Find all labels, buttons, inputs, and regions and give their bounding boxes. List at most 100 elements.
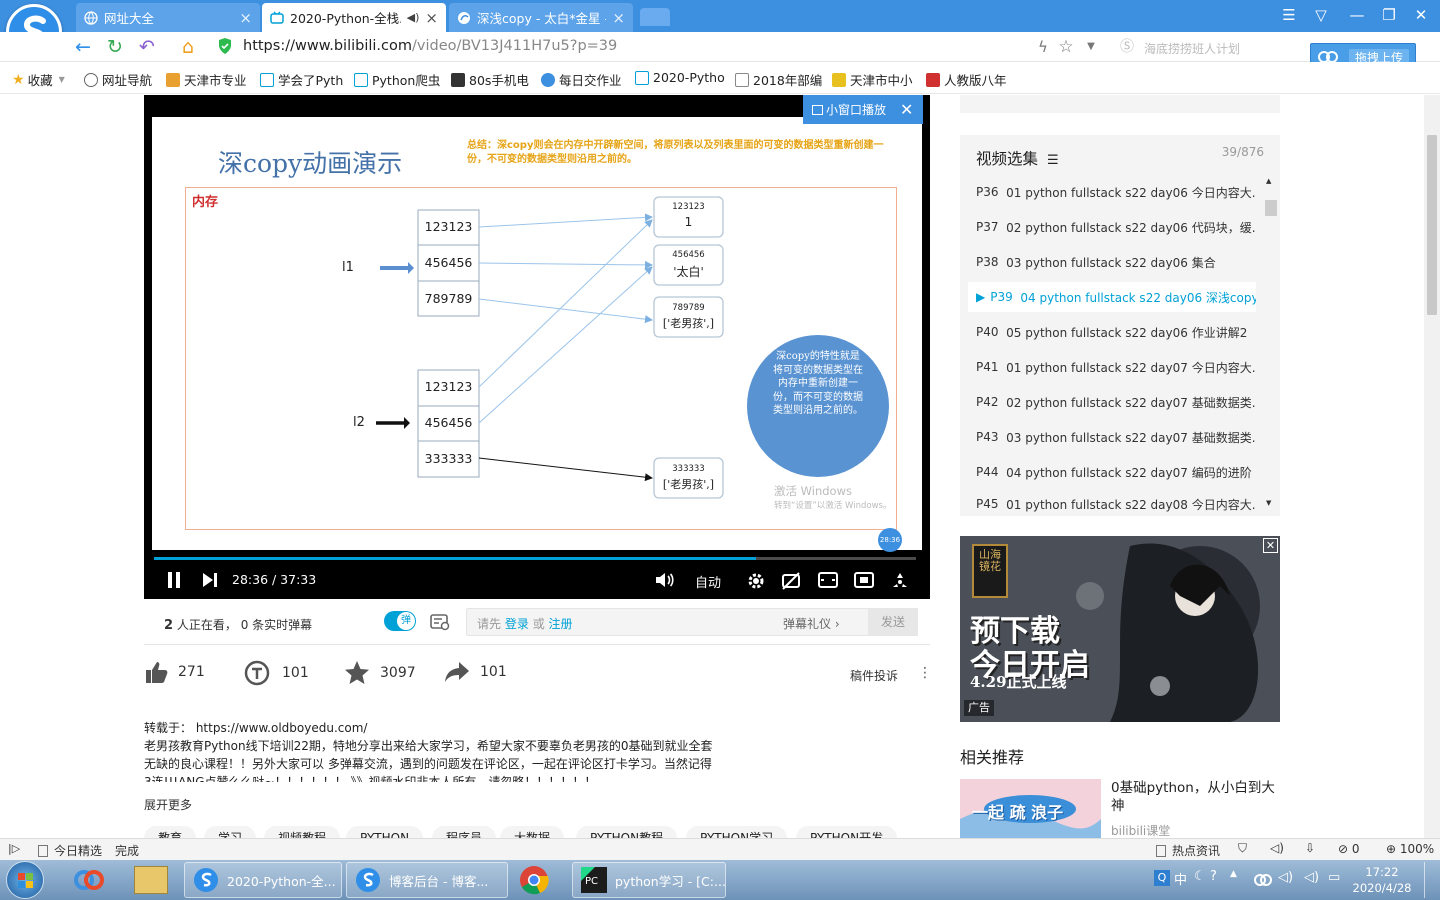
login-link[interactable]: 登录 xyxy=(505,617,529,631)
shield-icon[interactable]: ⛉ xyxy=(1238,841,1247,856)
audio-icon[interactable]: ◁) xyxy=(1270,841,1284,855)
help-icon[interactable]: ? xyxy=(1210,869,1217,884)
close-icon[interactable]: ✕ xyxy=(1263,538,1278,553)
quality-selector[interactable]: 自动 xyxy=(695,572,721,591)
close-icon[interactable]: × xyxy=(239,9,252,27)
back-icon[interactable]: ← xyxy=(72,36,94,58)
more-icon[interactable]: ⋮ xyxy=(918,665,932,681)
volume-icon[interactable]: ◁) xyxy=(1278,870,1293,885)
register-link[interactable]: 注册 xyxy=(549,617,573,631)
url-field[interactable]: https://www.bilibili.com/video/BV13J411H… xyxy=(243,38,617,54)
volume-icon[interactable] xyxy=(655,571,675,589)
playlist-item[interactable]: P42 02 python fullstack s22 day07 基础数据类.… xyxy=(968,387,1256,417)
skin-icon[interactable]: ▽ xyxy=(1310,5,1332,25)
bookmark-item[interactable]: 2020-Pytho xyxy=(635,70,725,85)
new-tab-button[interactable] xyxy=(640,8,670,26)
playlist-item[interactable]: P36 01 python fullstack s22 day06 今日内容大.… xyxy=(968,177,1256,207)
send-button[interactable]: 发送 xyxy=(868,608,918,636)
chevron-down-icon[interactable]: ▼ xyxy=(1080,36,1102,58)
playlist-scrollbar[interactable]: ▲ ▼ xyxy=(1264,177,1278,507)
danmaku-settings-icon[interactable] xyxy=(430,613,450,631)
report-link[interactable]: 稿件投诉 xyxy=(850,667,898,684)
taskbar-item[interactable]: 2020-Python-全... xyxy=(184,862,342,898)
bookmark-item[interactable]: 人教版八年 xyxy=(926,70,1007,89)
refresh-icon[interactable]: ↻ xyxy=(104,36,126,58)
danmaku-off-icon[interactable] xyxy=(781,571,801,591)
playlist-item[interactable]: P37 02 python fullstack s22 day06 代码块，缓.… xyxy=(968,212,1256,242)
tab-python-fullstack[interactable]: 2020-Python-全栈... ◀) × xyxy=(262,3,446,32)
webpage-fullscreen-icon[interactable] xyxy=(854,572,874,588)
bookmark-item[interactable]: 2018年部编 xyxy=(735,70,822,89)
progress-bar[interactable] xyxy=(154,557,916,560)
baidu-netdisk-tray-icon[interactable] xyxy=(1254,871,1272,889)
playlist-item[interactable]: P40 05 python fullstack s22 day06 作业讲解2 xyxy=(968,317,1256,347)
lightning-icon[interactable]: ϟ xyxy=(1032,36,1054,58)
home-icon[interactable]: ⌂ xyxy=(177,36,199,58)
ime-indicator[interactable]: 中 xyxy=(1174,869,1187,888)
star-icon[interactable]: ☆ xyxy=(1055,36,1077,58)
bookmark-favorites[interactable]: ★ 收藏 ▼ xyxy=(12,70,65,89)
like-button[interactable]: 271 xyxy=(144,660,205,684)
playlist-item[interactable]: P43 03 python fullstack s22 day07 基础数据类.… xyxy=(968,422,1256,452)
file-explorer-icon[interactable] xyxy=(134,866,168,894)
hot-news[interactable]: 热点资讯 xyxy=(1156,842,1220,859)
related-uploader[interactable]: bilibili课堂 xyxy=(1111,822,1170,839)
bookmark-item[interactable]: Python爬虫 xyxy=(354,70,440,89)
playlist-item[interactable]: P45 01 python fullstack s22 day08 今日内容大.… xyxy=(968,492,1256,516)
chrome-icon[interactable] xyxy=(518,864,550,896)
playlist-item[interactable]: P44 04 python fullstack s22 day07 编码的进阶 xyxy=(968,457,1256,487)
sidebar-toggle-icon[interactable]: |▷ xyxy=(8,842,20,855)
widescreen-icon[interactable] xyxy=(818,572,838,588)
search-input[interactable]: 海底捞捞班人计划 xyxy=(1144,40,1240,57)
expand-more-link[interactable]: 展开更多 xyxy=(144,796,864,814)
start-button[interactable] xyxy=(6,861,44,899)
close-icon[interactable]: × xyxy=(612,9,625,27)
taskbar-item[interactable]: 博客后台 - 博客... xyxy=(346,862,508,898)
chevron-up-icon[interactable]: ▲ xyxy=(1266,177,1271,185)
chevron-up-icon[interactable]: ▲ xyxy=(1230,869,1237,879)
minimize-button[interactable]: — xyxy=(1346,5,1368,25)
favorite-button[interactable]: 3097 xyxy=(344,660,416,686)
share-button[interactable]: 101 xyxy=(444,660,507,684)
sound-icon[interactable]: ◀) xyxy=(407,11,420,24)
fullscreen-icon[interactable] xyxy=(890,571,910,591)
zoom-level[interactable]: ⊕ 100% xyxy=(1386,842,1434,856)
undo-icon[interactable]: ↶ xyxy=(136,36,158,58)
danmaku-toggle[interactable]: 弹 xyxy=(384,611,416,631)
playlist-scroll-thumb[interactable] xyxy=(1265,200,1277,216)
close-icon[interactable]: × xyxy=(425,9,438,27)
next-icon[interactable] xyxy=(203,573,217,587)
tab-deep-copy[interactable]: 深浅copy - 太白*金星 - × xyxy=(449,3,633,32)
bookmark-item[interactable]: 天津市中小 xyxy=(832,70,913,89)
bookmark-item[interactable]: 80s手机电 xyxy=(451,70,529,89)
today-picks[interactable]: 今日精选 xyxy=(38,842,102,859)
show-desktop-button[interactable] xyxy=(1424,862,1438,898)
playlist-item-current[interactable]: ▶ P39 04 python fullstack s22 day06 深浅cop… xyxy=(968,282,1256,312)
close-icon[interactable]: ✕ xyxy=(900,100,913,119)
chevron-down-icon[interactable]: ▼ xyxy=(1266,499,1271,507)
related-thumbnail[interactable]: 一起 疏 浪子 xyxy=(960,779,1101,839)
menu-icon[interactable]: ☰ xyxy=(1278,5,1300,25)
close-window-button[interactable]: ✕ xyxy=(1410,5,1432,25)
maximize-button[interactable]: ❐ xyxy=(1378,5,1400,25)
baidu-netdisk-icon[interactable] xyxy=(74,866,104,894)
list-icon[interactable]: ☰ xyxy=(1047,153,1059,168)
bookmark-item[interactable]: 网址导航 xyxy=(84,70,152,89)
bookmark-item[interactable]: 学会了Pyth xyxy=(260,70,343,89)
advertisement[interactable]: 山海镜花 预下载 今日开启 4.29正式上线 广告 ✕ xyxy=(960,536,1280,722)
moon-icon[interactable]: ☾ xyxy=(1194,869,1206,884)
bookmark-item[interactable]: 天津市专业 xyxy=(166,70,247,89)
danmaku-etiquette-link[interactable]: 弹幕礼仪 › xyxy=(783,615,840,632)
scrollbar-thumb[interactable] xyxy=(1427,135,1437,315)
tab-nav-sites[interactable]: 网址大全 × xyxy=(76,3,260,32)
playlist-item[interactable]: P41 01 python fullstack s22 day07 今日内容大.… xyxy=(968,352,1256,382)
danmaku-input[interactable]: 请先 登录 或 注册 弹幕礼仪 › xyxy=(466,608,918,636)
coin-button[interactable]: 101 xyxy=(244,660,309,686)
taskbar-item[interactable]: PC python学习 - [C:... xyxy=(572,862,726,898)
playlist-item[interactable]: P38 03 python fullstack s22 day06 集合 xyxy=(968,247,1256,277)
settings-icon[interactable] xyxy=(746,571,766,591)
pause-icon[interactable] xyxy=(168,572,180,588)
taskbar-clock[interactable]: 17:22 2020/4/28 xyxy=(1352,864,1412,896)
sogou-input-icon[interactable]: Q xyxy=(1154,870,1170,886)
bookmark-item[interactable]: 每日交作业 xyxy=(541,70,622,89)
